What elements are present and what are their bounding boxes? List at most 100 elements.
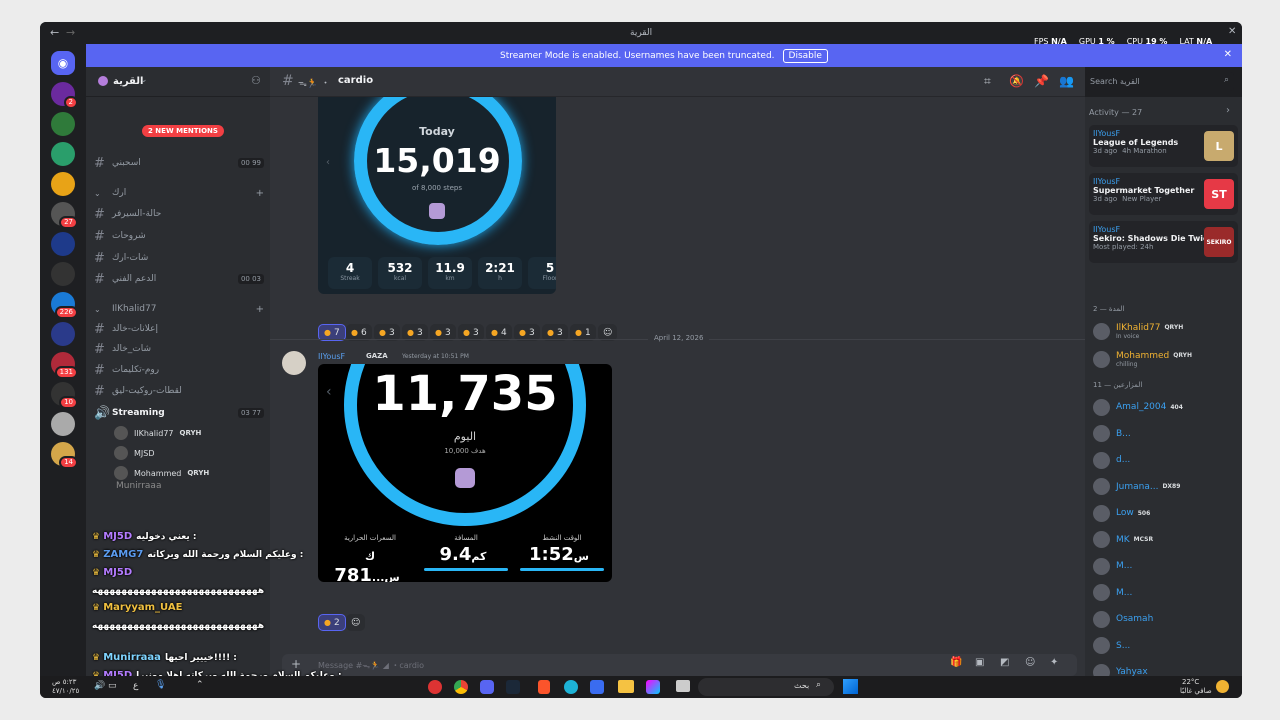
discord-home-icon[interactable]: ◉: [51, 51, 75, 75]
server-icon[interactable]: [51, 112, 75, 136]
channel-category[interactable]: ⌄ IlKhalid77 +: [94, 301, 264, 317]
channel-item[interactable]: # شات-ارك: [94, 250, 264, 266]
gift-icon[interactable]: 🎁: [950, 657, 962, 668]
search-box[interactable]: Search القرية ⌕: [1086, 72, 1234, 91]
member-item[interactable]: S...: [1093, 636, 1238, 656]
app-icon-2[interactable]: [676, 680, 690, 692]
server-icon[interactable]: 2: [51, 82, 78, 109]
voice-user[interactable]: MJSD: [114, 445, 264, 461]
steps-card-arabic[interactable]: ‹ 11,735 اليوم 10,000 هدف السعرات الحرار…: [318, 364, 612, 582]
close-banner-icon[interactable]: ✕: [1224, 49, 1232, 60]
folder-icon[interactable]: [618, 680, 634, 693]
add-friend-icon[interactable]: ⚇: [251, 74, 261, 87]
avatar: [114, 426, 128, 440]
chevron-up-icon[interactable]: ⌃: [196, 680, 204, 690]
channel-item[interactable]: # حالة-السيرفر: [94, 206, 264, 222]
store-icon[interactable]: [590, 680, 604, 694]
member-item[interactable]: IlKhalid77 QRYH In voice: [1093, 321, 1238, 341]
server-icon[interactable]: [51, 412, 75, 436]
chevron-right-icon[interactable]: ›: [1226, 105, 1230, 116]
steam-icon[interactable]: [506, 680, 520, 694]
add-channel-icon[interactable]: +: [256, 304, 264, 315]
server-icon[interactable]: 10: [51, 382, 78, 409]
close-window-icon[interactable]: ✕: [1228, 26, 1236, 37]
gif-icon[interactable]: ▣: [975, 657, 984, 668]
mute-icon[interactable]: 🔕: [1009, 74, 1024, 88]
channel-item[interactable]: 🔊 Streaming 03 77: [94, 405, 264, 421]
channel-item[interactable]: # الدعم الفني 00 03: [94, 271, 264, 287]
member-item[interactable]: M...: [1093, 556, 1238, 576]
copilot-icon[interactable]: [646, 680, 660, 694]
pin-icon[interactable]: 📌: [1034, 74, 1049, 88]
server-icon[interactable]: [51, 232, 75, 256]
windows-start-icon[interactable]: [843, 679, 858, 694]
channel-item[interactable]: # لقطات-روكيت-ليق: [94, 383, 264, 399]
member-item[interactable]: Amal_2004 404: [1093, 397, 1238, 417]
member-item[interactable]: Low 506: [1093, 503, 1238, 523]
add-channel-icon[interactable]: +: [256, 188, 264, 199]
member-status: chilling: [1116, 360, 1138, 368]
channel-item[interactable]: # روم-تكليمات: [94, 362, 264, 378]
member-list-icon[interactable]: 👥: [1059, 74, 1074, 88]
server-icon[interactable]: 14: [51, 442, 78, 469]
channel-item[interactable]: # شروحات: [94, 228, 264, 244]
server-icon[interactable]: [51, 142, 75, 166]
message-composer[interactable]: + Message #ᯓ🏃 ◢ ・cardio 🎁 ▣ ◩ ☺ ✦: [282, 654, 1077, 676]
member-item[interactable]: M...: [1093, 583, 1238, 603]
threads-icon[interactable]: ⌗: [984, 74, 991, 89]
network-icon[interactable]: ▭: [108, 681, 117, 691]
disable-streamer-button[interactable]: Disable: [782, 48, 828, 63]
channel-label: لقطات-روكيت-ليق: [112, 386, 182, 396]
new-mentions-pill[interactable]: 2 NEW MENTIONS: [142, 125, 224, 137]
brave-icon[interactable]: [538, 680, 550, 694]
reaction-emoji: ●: [324, 328, 331, 337]
server-icon[interactable]: [51, 172, 75, 196]
stat-value: 532: [387, 261, 413, 275]
message-author[interactable]: IlYousF: [318, 352, 345, 361]
mic-icon[interactable]: 🎙: [155, 680, 166, 690]
server-icon[interactable]: [51, 322, 75, 346]
steps-card-today[interactable]: ‹ Today 15,019 of 8,000 steps 4 Streak 532…: [318, 97, 556, 294]
emoji-icon[interactable]: ☺: [1025, 657, 1035, 668]
badge-icon: [429, 203, 445, 219]
channel-item[interactable]: # اسحبني 00 99: [94, 155, 264, 171]
server-icon[interactable]: [51, 262, 75, 286]
member-item[interactable]: Jumana... DX89: [1093, 477, 1238, 497]
avatar: [1093, 504, 1110, 522]
volume-icon[interactable]: 🔊: [94, 681, 105, 691]
search-input[interactable]: Search القرية: [1090, 77, 1140, 86]
voice-user[interactable]: IlKhalid77 QRYH: [114, 425, 264, 441]
author-avatar[interactable]: [282, 351, 306, 375]
server-icon[interactable]: 226: [51, 292, 78, 319]
member-item[interactable]: Mohammed QRYH chilling: [1093, 349, 1238, 369]
server-icon[interactable]: 27: [51, 202, 78, 229]
member-item[interactable]: Osamah: [1093, 609, 1238, 629]
app-icon-1[interactable]: [428, 680, 442, 694]
channel-item[interactable]: # شات_خالد: [94, 341, 264, 357]
channel-category[interactable]: ⌄ ارك +: [94, 185, 264, 201]
activity-game: League of Legends: [1093, 138, 1179, 147]
server-header[interactable]: القرية ⌄ ⚇: [86, 67, 270, 97]
sticker-icon[interactable]: ◩: [1000, 657, 1009, 668]
chrome-icon[interactable]: [454, 680, 468, 694]
server-icon[interactable]: 131: [51, 352, 78, 379]
activity-card[interactable]: IlYousF Supermarket Together 3d ago New Pla…: [1089, 173, 1238, 215]
member-item[interactable]: d...: [1093, 450, 1238, 470]
add-reaction-icon[interactable]: ☺: [346, 614, 366, 631]
forward-arrow-icon[interactable]: →: [66, 26, 75, 39]
activity-card[interactable]: IlYousFSekiro: Shadows Die Twice ...Most…: [1089, 221, 1238, 263]
voice-user[interactable]: Mohammed QRYH: [114, 465, 264, 481]
activity-card[interactable]: IlYousF League of Legends 3d ago 4h Maratho…: [1089, 125, 1238, 167]
avatar: [1093, 398, 1110, 416]
member-item[interactable]: MK MCSR: [1093, 530, 1238, 550]
taskbar-search-input[interactable]: بحث: [794, 681, 809, 690]
taskbar-search[interactable]: بحث ⌕: [698, 678, 834, 696]
server-badge: 131: [54, 366, 78, 379]
member-item[interactable]: B...: [1093, 424, 1238, 444]
edge-icon[interactable]: [564, 680, 578, 694]
channel-item[interactable]: # إعلانات-خالد: [94, 321, 264, 337]
discord-taskbar-icon[interactable]: [480, 680, 494, 694]
language-indicator[interactable]: ع: [133, 681, 138, 691]
apps-icon[interactable]: ✦: [1050, 657, 1058, 668]
back-arrow-icon[interactable]: ←: [50, 26, 59, 39]
